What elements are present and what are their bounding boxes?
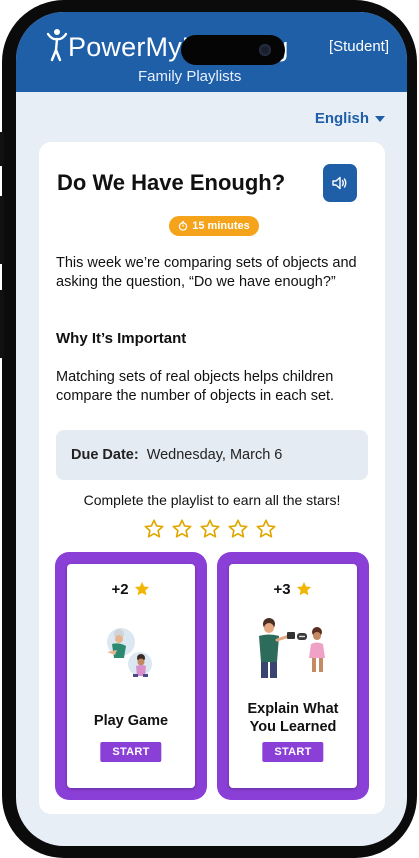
activity-tile-play-game[interactable]: +2 Play Game START	[55, 552, 207, 800]
points-reward: +3	[229, 580, 357, 598]
activity-card: Do We Have Enough? 15 minutes This week …	[39, 142, 385, 814]
camera-lens	[259, 44, 271, 56]
why-text: Matching sets of real objects helps chil…	[56, 369, 335, 404]
user-role-label[interactable]: [Student]	[329, 38, 389, 55]
activity-tile-card[interactable]: +2 Play Game START	[67, 564, 195, 788]
activity-tile-explain[interactable]: +3 Explain What You Learned START	[217, 552, 369, 800]
speaker-icon	[332, 176, 347, 190]
activity-tile-card[interactable]: +3 Explain What You Learned START	[229, 564, 357, 788]
points-value: +3	[273, 580, 291, 598]
star-outline-icon	[200, 519, 220, 538]
points-reward: +2	[67, 580, 195, 598]
stars-prompt: Complete the playlist to earn all the st…	[83, 492, 341, 508]
duration-badge: 15 minutes	[169, 216, 259, 236]
star-outline-icon	[144, 519, 164, 538]
star-outline-icon	[256, 519, 276, 538]
caret-down-icon	[375, 115, 385, 122]
language-label: English	[314, 110, 369, 127]
star-outline-icon	[228, 519, 248, 538]
camera-notch	[181, 35, 285, 65]
star-outline-icon	[172, 519, 192, 538]
explain-illustration	[259, 618, 325, 678]
timer-icon	[179, 221, 188, 231]
activity-title-label: Play Game	[93, 713, 169, 729]
start-button[interactable]: START	[262, 742, 324, 762]
language-selector[interactable]: English	[315, 110, 385, 127]
due-date-box: Due Date: Wednesday, March 6	[56, 430, 368, 480]
activity-title: Do We Have Enough?	[57, 170, 286, 195]
start-button[interactable]: START	[100, 742, 162, 762]
phone-screen: PowerMyLearning Family Playlists [Studen…	[16, 12, 407, 846]
star-filled-icon	[134, 581, 149, 596]
volume-down-button	[0, 290, 4, 358]
due-date-value: Wednesday, March 6	[146, 447, 283, 463]
why-heading: Why It’s Important	[56, 330, 187, 347]
phone-frame: PowerMyLearning Family Playlists [Studen…	[0, 0, 417, 858]
activity-title-label: Explain What You Learned	[247, 701, 339, 735]
stars-progress	[143, 518, 277, 540]
due-date-label: Due Date:	[71, 447, 139, 463]
person-logo-icon	[46, 29, 68, 62]
activity-description: This week we’re comparing sets of object…	[56, 255, 357, 290]
mute-switch	[0, 132, 4, 166]
play-game-illustration	[107, 628, 152, 677]
read-aloud-button[interactable]	[323, 164, 357, 202]
star-filled-icon	[296, 581, 311, 596]
duration-text: 15 minutes	[192, 220, 250, 232]
points-value: +2	[111, 580, 129, 598]
logo-subtitle: Family Playlists	[138, 68, 242, 85]
volume-up-button	[0, 196, 4, 264]
